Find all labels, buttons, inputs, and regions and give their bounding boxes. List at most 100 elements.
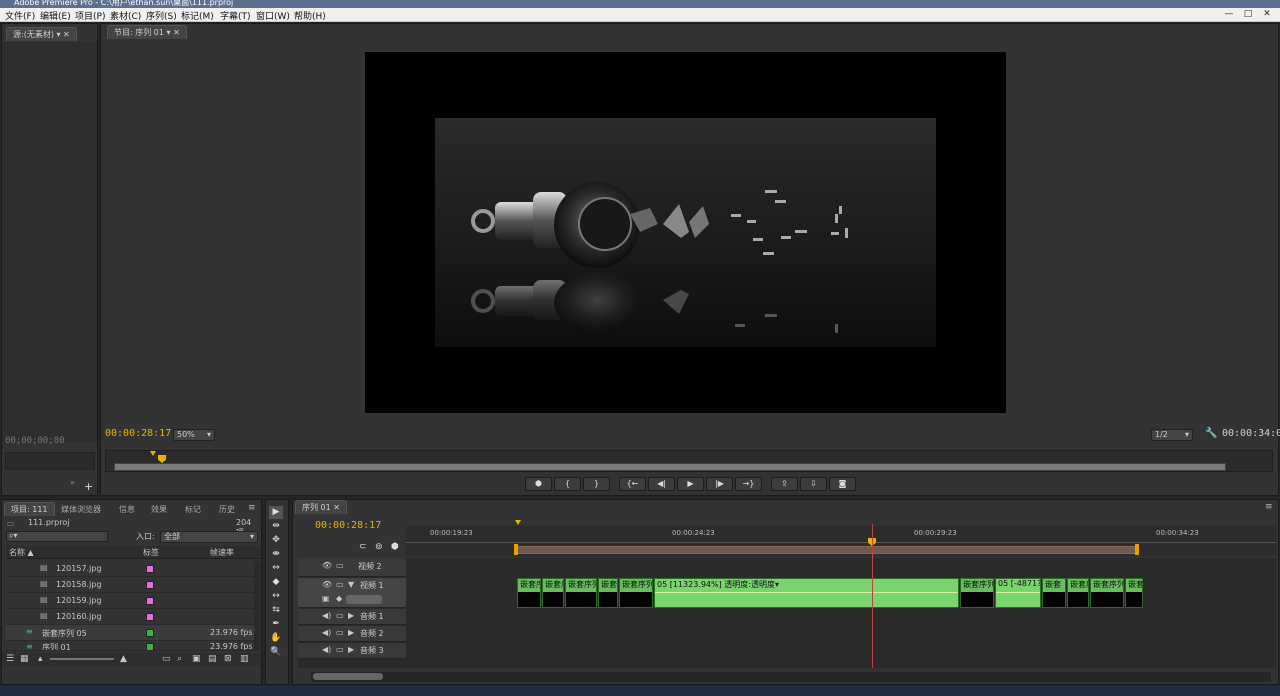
track-header-video-1[interactable]: 👁 ▭ ▼ 视频 1 ▣ ◆ — [298, 578, 406, 608]
scroll-thumb[interactable] — [313, 673, 383, 680]
tab-markers[interactable]: 标记 — [178, 502, 208, 516]
extract-button[interactable]: ⇩ — [800, 477, 827, 491]
eye-icon[interactable]: 👁 — [322, 561, 332, 570]
timeline-clip[interactable]: 05 [-4871?- — [995, 578, 1041, 608]
timeline-ruler[interactable]: 00:00:19:23 00:00:24:23 00:00:29:23 00:0… — [406, 520, 1276, 556]
work-area-end-handle[interactable] — [1135, 544, 1139, 555]
keyframe-nav[interactable] — [346, 595, 382, 604]
add-marker-button[interactable]: ⬢ — [525, 477, 552, 491]
add-marker-icon[interactable]: ⬢ — [391, 542, 399, 552]
menu-help[interactable]: 帮助(H) — [294, 9, 326, 22]
wrench-icon[interactable]: 🔧 — [1205, 428, 1217, 439]
expand-icon[interactable]: ▶ — [348, 645, 354, 654]
expand-icon[interactable]: ▼ — [348, 580, 354, 589]
ripple-edit-tool-icon[interactable]: ✥ — [269, 534, 283, 547]
hand-tool-icon[interactable]: ✋ — [269, 632, 283, 645]
mark-out-button[interactable]: } — [583, 477, 610, 491]
column-name[interactable]: 名称 ▲ — [9, 547, 34, 558]
new-bin-icon[interactable]: ▣ — [192, 654, 201, 664]
add-button-icon[interactable]: + — [84, 480, 93, 493]
rate-stretch-tool-icon[interactable]: ⇔ — [269, 562, 283, 575]
sequence-marker-icon[interactable]: ⊚ — [375, 542, 383, 552]
find-icon[interactable]: ⌕ — [177, 654, 182, 664]
lift-button[interactable]: ⇪ — [771, 477, 798, 491]
timeline-clip[interactable]: 嵌套序列 — [565, 578, 597, 608]
timeline-clip[interactable]: 嵌套序列 — [1090, 578, 1124, 608]
tab-sequence[interactable]: 序列 01 ✕ — [295, 500, 347, 514]
lock-icon[interactable]: ▭ — [336, 645, 344, 654]
opacity-line[interactable] — [996, 592, 1040, 593]
speaker-icon[interactable]: ◀) — [322, 645, 331, 654]
lock-icon[interactable]: ▭ — [336, 611, 344, 620]
play-button[interactable]: ▶ — [677, 477, 704, 491]
go-to-out-button[interactable]: →} — [735, 477, 762, 491]
speaker-icon[interactable]: ◀) — [322, 611, 331, 620]
zoom-slider[interactable] — [50, 658, 114, 660]
timeline-scrollbar[interactable] — [311, 672, 1271, 682]
zoom-out-icon[interactable]: ▴ — [38, 654, 43, 664]
timeline-clip[interactable]: 嵌套序列 — [960, 578, 994, 608]
track-header-audio-3[interactable]: ◀) ▭ ▶ 音频 3 — [298, 643, 406, 659]
in-dropdown[interactable]: 全部 ▾ — [160, 531, 258, 543]
close-button[interactable]: ✕ — [1258, 9, 1276, 19]
step-forward-button[interactable]: |▶ — [706, 477, 733, 491]
resolution-dropdown[interactable]: 1/2 ▾ — [1151, 429, 1193, 441]
menu-file[interactable]: 文件(F) — [5, 9, 35, 22]
menu-title[interactable]: 字幕(T) — [220, 9, 251, 22]
timeline-clip[interactable]: 嵌套序 — [517, 578, 541, 608]
column-label[interactable]: 标签 — [143, 547, 159, 558]
work-area-bar[interactable] — [516, 546, 1138, 554]
tab-media-browser[interactable]: 媒体浏览器 — [54, 502, 108, 516]
list-item[interactable]: ▤ 120160.jpg — [6, 609, 260, 625]
export-frame-button[interactable]: ◙ — [829, 477, 856, 491]
clear-icon[interactable]: ⊠ — [224, 654, 232, 664]
maximize-button[interactable]: □ — [1239, 9, 1257, 19]
list-item[interactable]: ▤ 120157.jpg — [6, 561, 260, 577]
timeline-clip[interactable]: 嵌套序列 — [619, 578, 653, 608]
slip-tool-icon[interactable]: ↔ — [269, 590, 283, 603]
automate-icon[interactable]: ▭ — [162, 654, 171, 664]
keyframe-icon[interactable]: ◆ — [336, 594, 342, 603]
slide-tool-icon[interactable]: ⇆ — [269, 604, 283, 617]
minimize-button[interactable]: — — [1220, 9, 1238, 19]
tab-history[interactable]: 历史 — [212, 502, 242, 516]
track-header-video-2[interactable]: 👁 ▭ 视频 2 — [298, 558, 406, 577]
menu-edit[interactable]: 编辑(E) — [40, 9, 71, 22]
panel-menu-icon[interactable]: ≡ — [248, 503, 256, 513]
timeline-clip[interactable]: 嵌套 — [1125, 578, 1143, 608]
list-scrollbar[interactable] — [254, 561, 260, 651]
tab-project[interactable]: 项目: 111 — [4, 502, 55, 516]
selection-tool-icon[interactable]: ▶ — [269, 506, 283, 519]
step-back-button[interactable]: ◀| — [648, 477, 675, 491]
zoom-tool-icon[interactable]: 🔍 — [269, 646, 283, 659]
timeline-clip[interactable]: 嵌套序 — [542, 578, 564, 608]
expand-icon[interactable]: ▶ — [348, 611, 354, 620]
column-fps[interactable]: 帧速率 — [210, 547, 234, 558]
search-input[interactable]: ⌕▾ — [6, 531, 108, 542]
snap-icon[interactable]: ⊂ — [359, 542, 367, 552]
zoom-scrollbar[interactable] — [114, 463, 1226, 471]
more-icon[interactable]: » — [70, 478, 75, 487]
icon-view-icon[interactable]: ▦ — [20, 654, 29, 664]
timeline-clip[interactable]: 嵌套 — [598, 578, 618, 608]
pen-tool-icon[interactable]: ✒ — [269, 618, 283, 631]
display-style-icon[interactable]: ▣ — [322, 594, 330, 603]
menu-marker[interactable]: 标记(M) — [181, 9, 214, 22]
lock-icon[interactable]: ▭ — [336, 580, 344, 589]
timeline-clip[interactable]: 嵌套序 — [1067, 578, 1089, 608]
zoom-in-icon[interactable]: ▲ — [120, 654, 127, 664]
tab-info[interactable]: 信息 — [112, 502, 142, 516]
delete-icon[interactable]: ▥ — [240, 654, 249, 664]
menu-clip[interactable]: 素材(C) — [110, 9, 141, 22]
work-area-start-handle[interactable] — [514, 544, 518, 555]
tab-program[interactable]: 节目: 序列 01 ▾ ✕ — [107, 25, 187, 39]
list-item[interactable]: ≡ 序列 01 23.976 fps — [6, 641, 260, 651]
zoom-dropdown[interactable]: 50% ▾ — [173, 429, 215, 441]
timeline-clip[interactable]: 05 [11323.94%] 透明度:透明度▾ — [654, 578, 959, 608]
track-header-audio-2[interactable]: ◀) ▭ ▶ 音频 2 — [298, 626, 406, 642]
tab-source[interactable]: 源:(无素材) ▾ ✕ — [6, 27, 77, 41]
list-item[interactable]: ▤ 120158.jpg — [6, 577, 260, 593]
track-select-tool-icon[interactable]: ⇹ — [269, 520, 283, 533]
new-item-icon[interactable]: ▤ — [208, 654, 217, 664]
razor-tool-icon[interactable]: ◆ — [269, 576, 283, 589]
